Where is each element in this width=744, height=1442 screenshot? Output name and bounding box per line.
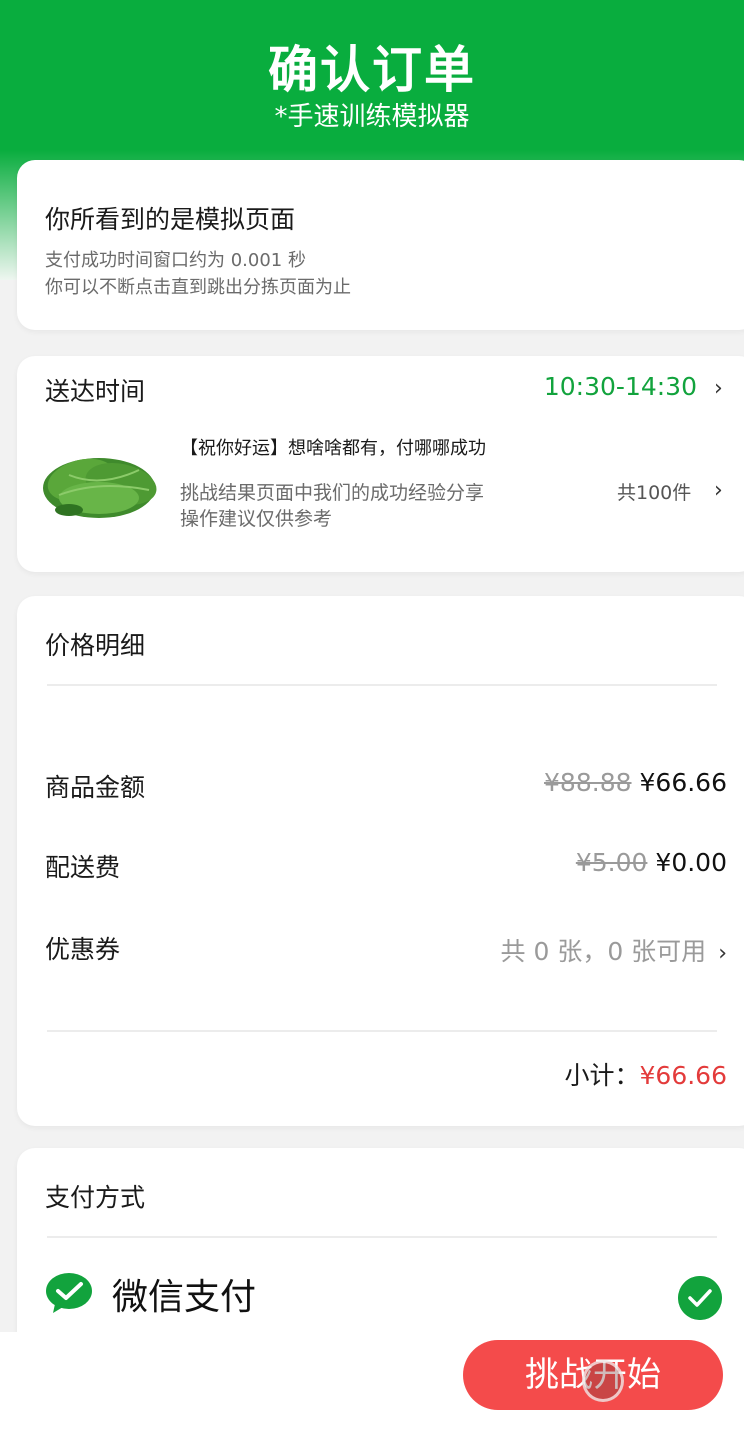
coupon-selector[interactable]: 共 0 张，0 张可用 › — [501, 932, 727, 968]
goods-amount-label: 商品金额 — [45, 773, 146, 802]
subtotal: 小计：¥66.66 — [565, 1056, 728, 1092]
product-count[interactable]: 共100件 — [617, 478, 691, 505]
chevron-right-icon: › — [718, 941, 727, 966]
delivery-fee-label: 配送费 — [45, 853, 121, 882]
product-desc-1: 挑战结果页面中我们的成功经验分享 — [180, 482, 485, 504]
notice-heading: 你所看到的是模拟页面 — [45, 205, 296, 234]
goods-amount-value: ¥88.88 ¥66.66 — [544, 768, 727, 797]
touch-indicator — [582, 1360, 624, 1402]
subtotal-value: ¥66.66 — [639, 1061, 727, 1090]
subtotal-label: 小计： — [564, 1061, 640, 1090]
page-title: 确认订单 — [268, 41, 476, 99]
notice-line-1: 支付成功时间窗口约为 0.001 秒 — [45, 250, 306, 271]
divider — [47, 684, 717, 686]
goods-price: ¥66.66 — [639, 768, 727, 797]
delivery-time-value[interactable]: 10:30-14:30 — [544, 372, 697, 401]
delivery-fee-value: ¥5.00 ¥0.00 — [576, 848, 727, 877]
delivery-time-label: 送达时间 — [45, 377, 146, 406]
chevron-right-icon[interactable]: › — [714, 478, 723, 503]
page-subtitle: *手速训练模拟器 — [274, 102, 470, 132]
wechat-pay-icon — [46, 1273, 92, 1313]
product-title: 【祝你好运】想啥啥都有，付哪哪成功 — [180, 438, 486, 459]
payment-method-title: 支付方式 — [45, 1183, 146, 1212]
notice-line-2: 你可以不断点击直到跳出分拣页面为止 — [45, 277, 351, 298]
price-detail-title: 价格明细 — [45, 631, 146, 660]
product-desc-2: 操作建议仅供参考 — [180, 508, 333, 530]
coupon-value: 共 0 张，0 张可用 — [500, 937, 707, 966]
notice-card: 你所看到的是模拟页面 支付成功时间窗口约为 0.001 秒 你可以不断点击直到跳… — [17, 160, 744, 330]
wechat-pay-label[interactable]: 微信支付 — [112, 1268, 256, 1320]
check-circle-icon[interactable] — [678, 1276, 722, 1320]
spinach-image — [43, 458, 157, 518]
chevron-right-icon[interactable]: › — [714, 376, 723, 401]
delivery-card: 送达时间 10:30-14:30 › 【祝你好运】想啥啥都有，付哪哪成功 挑战结… — [17, 356, 744, 572]
divider — [47, 1236, 717, 1238]
divider — [47, 1030, 717, 1032]
delivery-original-price: ¥5.00 — [575, 848, 648, 877]
delivery-price: ¥0.00 — [655, 848, 727, 877]
bottom-action-bar: 挑战开始 — [0, 1332, 744, 1442]
price-card: 价格明细 商品金额 ¥88.88 ¥66.66 配送费 ¥5.00 ¥0.00 优惠… — [17, 596, 744, 1126]
goods-original-price: ¥88.88 — [544, 768, 632, 797]
coupon-label: 优惠券 — [45, 935, 121, 964]
